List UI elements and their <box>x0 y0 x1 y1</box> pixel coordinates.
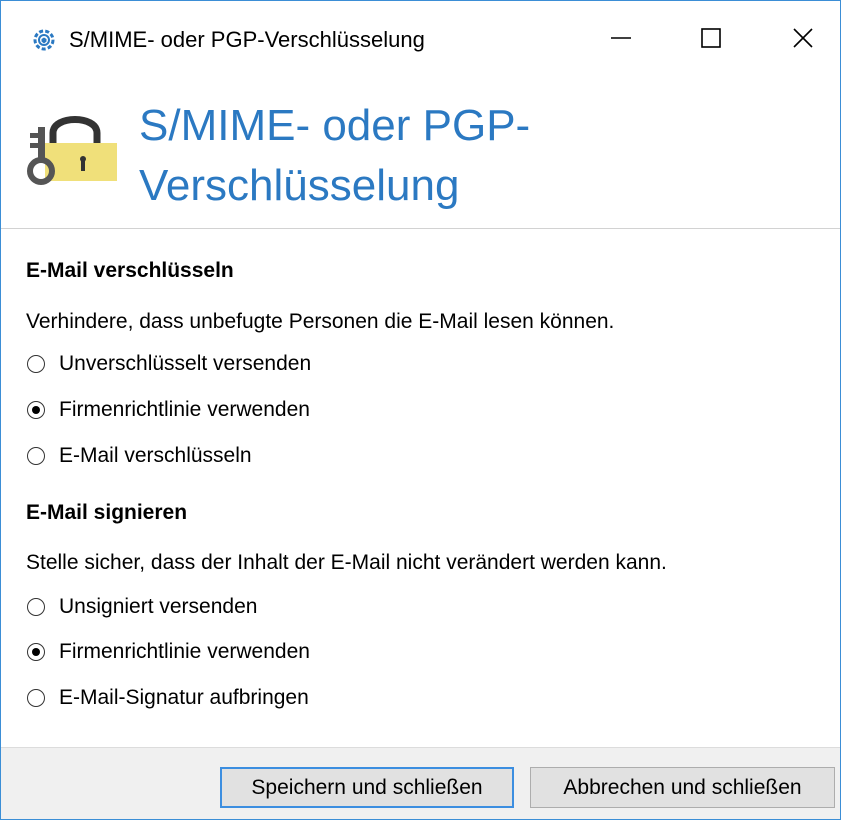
radio-button[interactable] <box>27 447 45 465</box>
sign-section-title: E-Mail signieren <box>26 501 188 524</box>
radio-label: Unsigniert versenden <box>59 595 258 618</box>
key-lock-icon <box>27 109 119 185</box>
radio-button[interactable] <box>27 643 45 661</box>
header-divider <box>1 228 840 229</box>
page-title: S/MIME- oder PGP-Verschlüsselung <box>139 101 531 210</box>
sign-option-unsigned[interactable]: Unsigniert versenden <box>27 592 257 622</box>
radio-label: E-Mail-Signatur aufbringen <box>59 686 309 709</box>
window-title: S/MIME- oder PGP-Verschlüsselung <box>69 27 425 52</box>
radio-label: Firmenrichtlinie verwenden <box>59 640 310 663</box>
encrypt-option-unencrypted[interactable]: Unverschlüsselt versenden <box>27 349 311 379</box>
maximize-icon <box>701 28 721 48</box>
title-bar[interactable]: S/MIME- oder PGP-Verschlüsselung <box>1 1 840 73</box>
sign-option-policy[interactable]: Firmenrichtlinie verwenden <box>27 637 310 667</box>
encrypt-option-policy[interactable]: Firmenrichtlinie verwenden <box>27 395 310 425</box>
radio-button[interactable] <box>27 401 45 419</box>
radio-label: Unverschlüsselt versenden <box>59 352 312 375</box>
dialog-window: S/MIME- oder PGP-Verschlüsselung S/MIME-… <box>0 0 841 820</box>
minimize-button[interactable] <box>591 15 651 61</box>
maximize-button[interactable] <box>681 15 741 61</box>
radio-button[interactable] <box>27 355 45 373</box>
sign-option-sign[interactable]: E-Mail-Signatur aufbringen <box>27 683 309 713</box>
save-and-close-button[interactable]: Speichern und schließen <box>220 767 514 808</box>
close-button[interactable] <box>773 15 833 61</box>
radio-label: E-Mail verschlüsseln <box>59 444 252 467</box>
sign-description: Stelle sicher, dass der Inhalt der E-Mai… <box>26 551 667 574</box>
radio-button[interactable] <box>27 689 45 707</box>
encrypt-section-title: E-Mail verschlüsseln <box>26 259 234 282</box>
dialog-footer: Speichern und schließen Abbrechen und sc… <box>1 747 840 819</box>
encrypt-description: Verhindere, dass unbefugte Personen die … <box>26 310 615 333</box>
encrypt-option-encrypt[interactable]: E-Mail verschlüsseln <box>27 441 252 471</box>
close-icon <box>793 28 813 48</box>
cancel-and-close-button[interactable]: Abbrechen und schließen <box>530 767 835 808</box>
minimize-icon <box>611 37 631 39</box>
radio-label: Firmenrichtlinie verwenden <box>59 398 310 421</box>
gear-shield-icon <box>32 28 56 52</box>
radio-button[interactable] <box>27 598 45 616</box>
